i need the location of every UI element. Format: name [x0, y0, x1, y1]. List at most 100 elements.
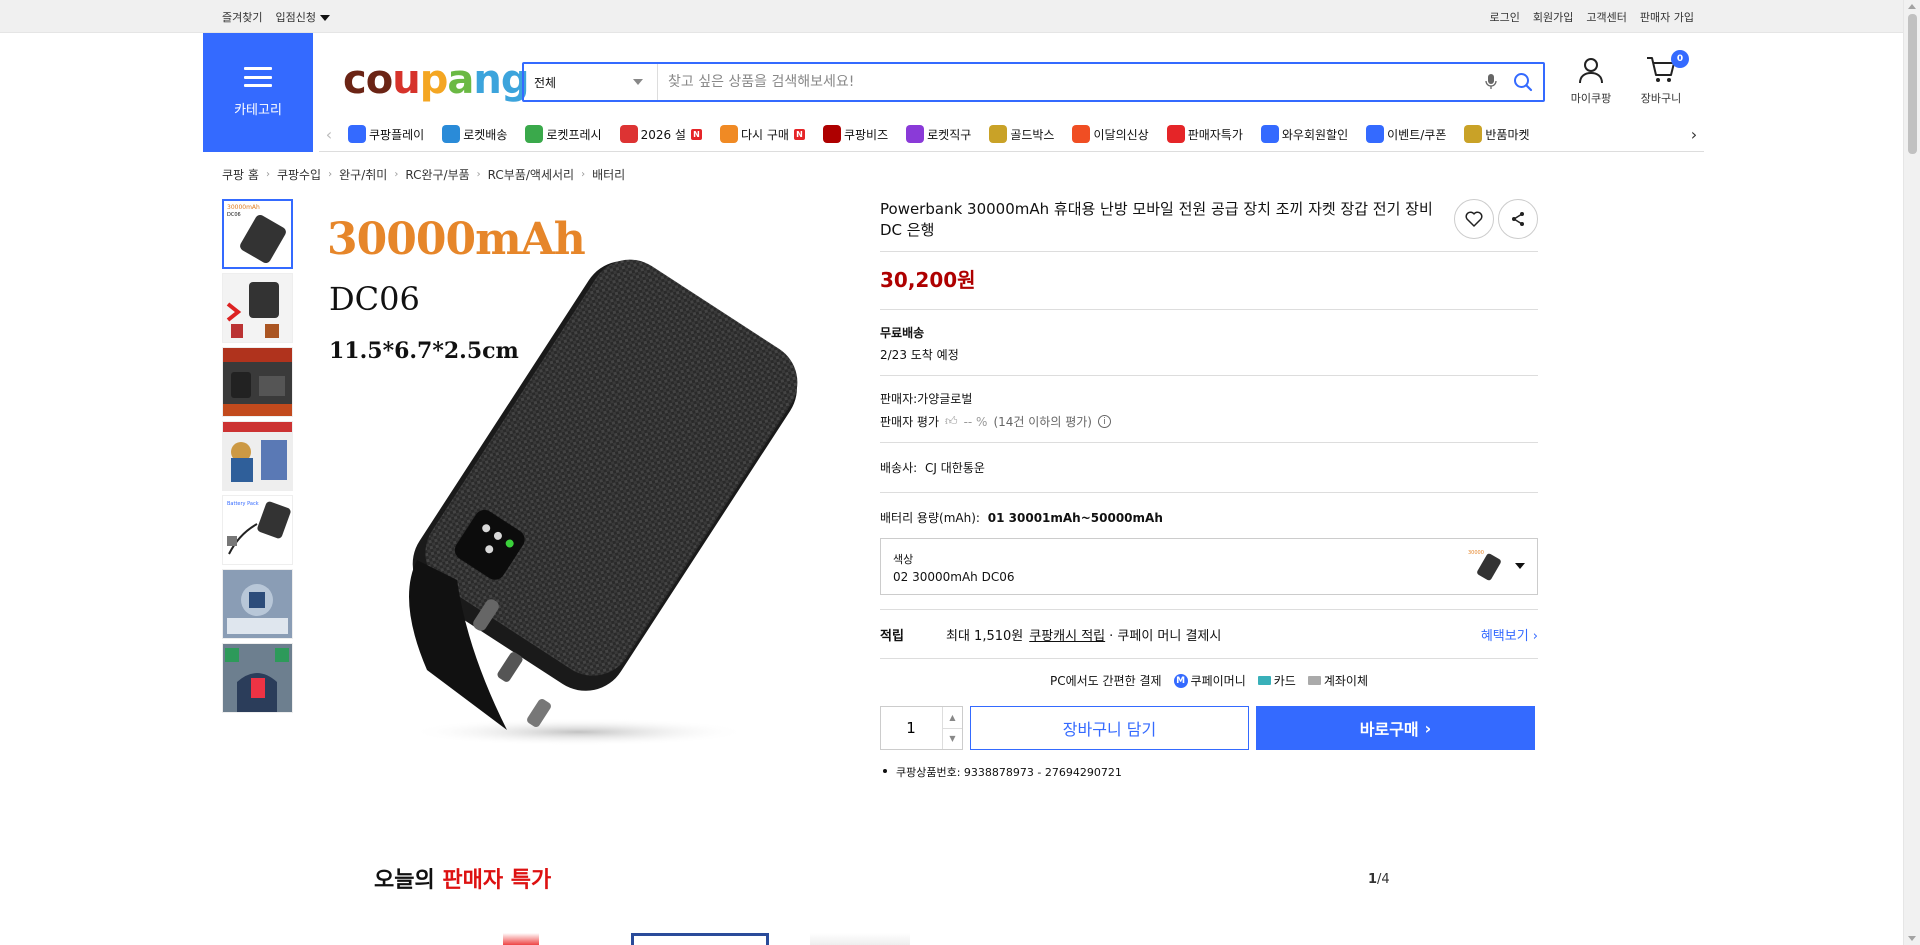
rocket-fresh-icon	[525, 125, 544, 143]
deals-section-title: 오늘의 판매자 특가	[374, 862, 551, 894]
thumbs-up-icon: 👍︎	[945, 414, 958, 428]
image-dimensions-text: 11.5*6.7*2.5cm	[329, 338, 519, 364]
deal-item-image[interactable]	[631, 933, 769, 945]
chevron-left-icon[interactable]: ‹	[319, 125, 339, 144]
add-to-cart-label: 장바구니 담기	[1062, 720, 1157, 739]
page-scrollbar[interactable]	[1903, 0, 1920, 945]
breadcrumb-item[interactable]: RC완구/부품	[405, 166, 469, 183]
category-shortcut-3[interactable]: 로켓프레시	[516, 125, 610, 143]
payment-title: PC에서도 간편한 결제	[1049, 674, 1162, 688]
quantity-input[interactable]	[881, 719, 941, 737]
category-menu-button[interactable]: 카테고리	[203, 33, 313, 152]
scroll-down-icon[interactable]	[1908, 936, 1916, 941]
home-icon	[719, 125, 738, 143]
coupang-logo[interactable]: coupang	[343, 57, 529, 103]
cart-label: 장바구니	[1640, 92, 1682, 105]
svg-text:Battery Pack: Battery Pack	[227, 501, 259, 507]
seller-name: 판매자:가양글로벌	[880, 392, 973, 406]
deal-item-image[interactable]	[810, 933, 910, 945]
benefits-link[interactable]: 혜택보기 ›	[1481, 625, 1538, 644]
thumbnail-2[interactable]	[222, 273, 293, 343]
breadcrumb-item[interactable]: 완구/취미	[339, 166, 387, 183]
search-scope-value: 전체	[534, 75, 557, 90]
product-price: 30,200원	[880, 268, 976, 292]
search-bar: 전체	[522, 62, 1545, 102]
category-shortcut-11[interactable]: 와우회원할인	[1252, 125, 1357, 143]
product-info-panel: Powerbank 30000mAh 휴대용 난방 모바일 전원 공급 장치 조…	[880, 199, 1538, 780]
seller-apply-link[interactable]: 입점신청	[275, 9, 330, 25]
carrier-name: CJ 대한통운	[925, 461, 985, 475]
percent-icon	[1166, 125, 1185, 143]
search-scope-select[interactable]: 전체	[524, 64, 658, 100]
breadcrumb: 쿠팡 홈 › 쿠팡수입 › 완구/취미 › RC완구/부품 › RC부품/액세서리 › 배터리	[222, 166, 625, 183]
category-shortcut-label: 와우회원할인	[1281, 127, 1349, 142]
quantity-decrease-icon[interactable]: ▼	[943, 729, 962, 750]
deals-title-highlight: 판매자 특가	[442, 868, 552, 893]
category-shortcut-10[interactable]: 판매자특가	[1158, 125, 1252, 143]
share-button[interactable]	[1498, 199, 1538, 239]
chevron-right-icon[interactable]: ›	[1684, 125, 1704, 144]
category-shortcut-label: 2026 설	[640, 127, 686, 142]
category-shortcut-label: 이벤트/쿠폰	[1387, 127, 1447, 142]
buy-now-button[interactable]: 바로구매 ›	[1256, 706, 1535, 750]
global-icon	[906, 125, 925, 143]
hamburger-icon	[244, 67, 272, 87]
battery-option-label: 배터리 용량(mAh):	[880, 511, 980, 525]
category-shortcut-8[interactable]: 골드박스	[980, 125, 1063, 143]
thumbnail-5[interactable]: Battery Pack	[222, 495, 293, 565]
category-shortcut-4[interactable]: 2026 설 N	[611, 125, 711, 143]
category-shortcut-label: 로켓배송	[463, 127, 508, 142]
signup-link[interactable]: 회원가입	[1533, 9, 1573, 25]
category-shortcut-label: 쿠팡비즈	[843, 127, 889, 142]
seller-rating-value: -- %	[963, 414, 988, 429]
coupang-cash-link[interactable]: 쿠팡캐시 적립	[1029, 625, 1105, 644]
thumbnail-6[interactable]	[222, 569, 293, 639]
info-icon[interactable]: i	[1097, 415, 1111, 428]
category-shortcut-9[interactable]: 이달의신상	[1063, 125, 1157, 143]
chevron-down-icon	[633, 79, 643, 85]
mycoupang-button[interactable]: 마이쿠팡	[1561, 56, 1621, 106]
breadcrumb-item[interactable]: RC부품/액세서리	[488, 166, 574, 183]
add-to-cart-button[interactable]: 장바구니 담기	[970, 706, 1249, 750]
thumbnail-3[interactable]	[222, 347, 293, 417]
microphone-icon[interactable]	[1479, 70, 1503, 94]
deal-item-image[interactable]	[503, 933, 539, 945]
breadcrumb-item[interactable]: 쿠팡수입	[277, 166, 321, 183]
category-shortcut-label: 다시 구매	[740, 127, 789, 142]
seller-signup-link[interactable]: 판매자 가입	[1640, 9, 1694, 25]
category-shortcut-label: 반품마켓	[1485, 127, 1530, 142]
color-option-select[interactable]: 색상 02 30000mAh DC06 30000	[880, 538, 1538, 595]
gift-icon	[619, 125, 638, 143]
svg-text:30000: 30000	[1468, 550, 1484, 556]
chevron-right-icon: ›	[1424, 718, 1432, 738]
search-icon[interactable]	[1511, 70, 1535, 94]
purchase-actions: ▲ ▼ 장바구니 담기 바로구매 ›	[880, 706, 1538, 750]
wishlist-button[interactable]	[1454, 199, 1494, 239]
login-link[interactable]: 로그인	[1490, 9, 1520, 25]
category-shortcut-2[interactable]: 로켓배송	[433, 125, 516, 143]
customer-center-link[interactable]: 고객센터	[1586, 9, 1626, 25]
breadcrumb-item[interactable]: 배터리	[592, 166, 625, 183]
category-shortcut-5[interactable]: 다시 구매 N	[711, 125, 814, 143]
thumbnail-7[interactable]	[222, 643, 293, 713]
breadcrumb-separator-icon: ›	[265, 169, 270, 180]
product-main-image[interactable]: 30000mAh DC06 11.5*6.7*2.5cm	[319, 214, 849, 750]
quantity-increase-icon[interactable]: ▲	[943, 707, 962, 729]
points-label: 적립	[880, 629, 904, 644]
cart-button[interactable]: 0 장바구니	[1631, 50, 1691, 106]
category-shortcut-1[interactable]: 쿠팡플레이	[339, 125, 433, 143]
market-icon	[1464, 125, 1483, 143]
category-shortcut-6[interactable]: 쿠팡비즈	[814, 125, 897, 143]
category-shortcut-13[interactable]: 반품마켓	[1455, 125, 1538, 143]
category-shortcut-7[interactable]: 로켓직구	[897, 125, 980, 143]
scrollbar-thumb[interactable]	[1908, 14, 1917, 154]
deals-page-current: 1	[1368, 872, 1378, 887]
thumbnail-4[interactable]	[222, 421, 293, 491]
search-input[interactable]	[658, 64, 1479, 100]
bookmark-link[interactable]: 즐겨찾기	[222, 9, 262, 25]
breadcrumb-item[interactable]: 쿠팡 홈	[222, 166, 259, 183]
scroll-up-icon[interactable]	[1908, 4, 1916, 9]
arrival-date: 2/23 도착 예정	[880, 348, 959, 362]
category-shortcut-12[interactable]: 이벤트/쿠폰	[1357, 125, 1455, 143]
thumbnail-1[interactable]: 30000mAh DC06	[222, 199, 293, 269]
